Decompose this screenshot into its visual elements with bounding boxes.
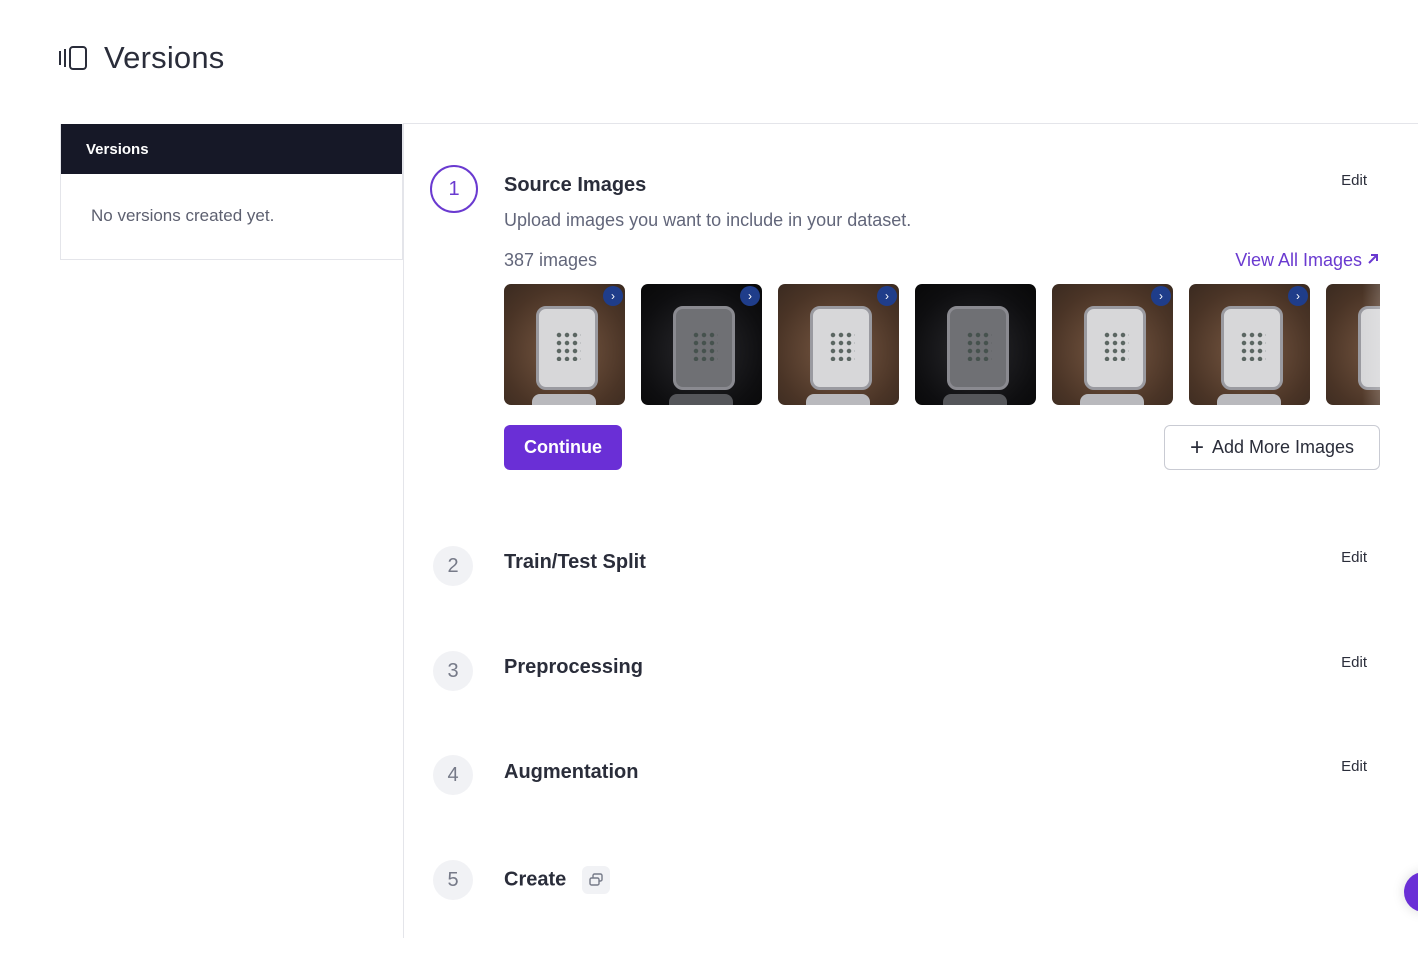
view-all-images-link[interactable]: View All Images [1235,250,1380,271]
chevron-right-icon: › [877,286,897,306]
view-all-images-label: View All Images [1235,250,1362,270]
step-number-3: 3 [433,651,473,691]
chevron-right-icon: › [740,286,760,306]
content-divider [403,123,404,938]
step-title-source-images: Source Images [504,174,647,196]
chevron-right-icon: › [603,286,623,306]
versions-panel-heading: Versions [61,124,402,174]
image-thumbnail[interactable] [1326,284,1380,405]
edit-source-images-link[interactable]: Edit [1341,172,1367,189]
edit-train-test-split-link[interactable]: Edit [1341,549,1367,566]
chevron-right-icon: › [1151,286,1171,306]
add-more-images-button[interactable]: + Add More Images [1164,425,1380,470]
step-number-1: 1 [430,165,478,213]
stack-icon [581,866,610,894]
chat-launcher-button[interactable] [1404,872,1418,912]
image-thumbnail[interactable] [915,284,1036,405]
step-title-create: Create [504,868,567,891]
image-thumbnail[interactable]: › [641,284,762,405]
step-number-5: 5 [433,860,473,900]
page-title: Versions [104,40,225,75]
page-header: Versions [58,40,225,76]
image-count: 387 images [504,250,598,270]
external-arrow-icon [1366,250,1380,271]
plus-icon: + [1189,433,1204,461]
image-thumbnail[interactable]: › [504,284,625,405]
sidebar-toggle-icon[interactable] [58,44,90,72]
image-thumbnail[interactable]: › [1052,284,1173,405]
image-thumbnail[interactable]: › [1189,284,1310,405]
empty-versions-message: No versions created yet. [91,206,275,225]
edit-augmentation-link[interactable]: Edit [1341,758,1367,775]
header-divider [403,123,1418,124]
step-number-4: 4 [433,755,473,795]
edit-preprocessing-link[interactable]: Edit [1341,654,1367,671]
image-thumbnail-strip: › › › › › [504,284,1380,406]
add-more-images-label: Add More Images [1211,437,1355,457]
step-title-train-test-split: Train/Test Split [504,551,646,573]
step-number-2: 2 [433,546,473,586]
versions-panel: Versions No versions created yet. [60,124,403,260]
step-description: Upload images you want to include in you… [504,210,912,230]
continue-button[interactable]: Continue [504,425,622,470]
image-thumbnail[interactable]: › [778,284,899,405]
chevron-right-icon: › [1288,286,1308,306]
step-title-augmentation: Augmentation [504,761,639,783]
step-title-create-wrap: Create [504,866,610,894]
step-title-preprocessing: Preprocessing [504,656,643,678]
